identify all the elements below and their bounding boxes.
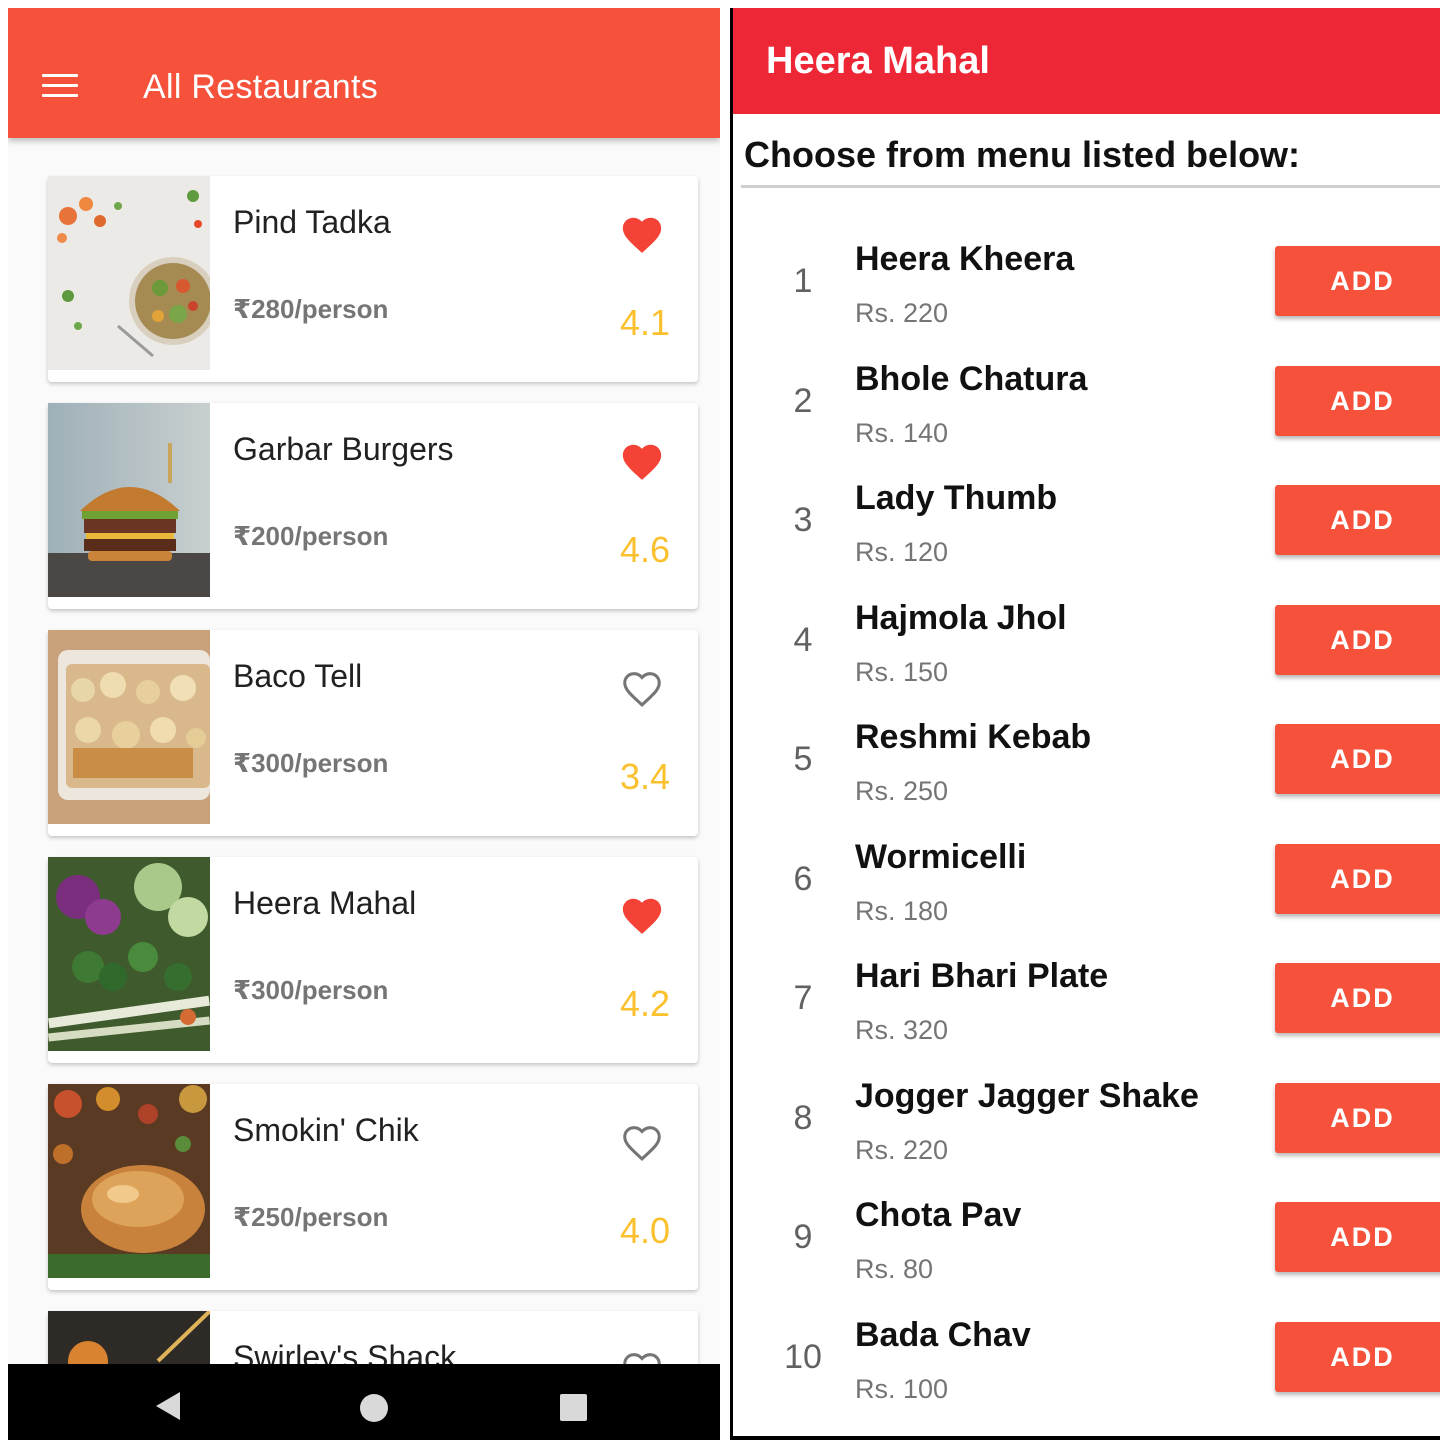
- item-price: Rs. 180: [855, 896, 949, 926]
- divider: [741, 185, 1440, 188]
- dish-photo: [48, 1311, 210, 1364]
- burger-photo: [48, 403, 210, 597]
- tacos-photo: [48, 630, 210, 824]
- item-price: Rs. 120: [855, 537, 949, 567]
- add-button[interactable]: ADD: [1275, 1202, 1440, 1272]
- page-title: All Restaurants: [143, 68, 379, 106]
- restaurant-card[interactable]: Baco Tell ₹300/person 3.4: [48, 630, 698, 836]
- add-button[interactable]: ADD: [1275, 724, 1440, 794]
- item-name: Hajmola Jhol: [855, 599, 1067, 637]
- restaurant-card[interactable]: Garbar Burgers ₹200/person 4.6: [48, 403, 698, 609]
- item-name: Wormicelli: [855, 838, 1027, 876]
- item-price: Rs. 150: [855, 657, 949, 687]
- menu-instructions: Choose from menu listed below:: [744, 134, 1301, 175]
- menu-item: 2 Bhole Chatura Rs. 140 ADD: [733, 360, 1440, 480]
- system-nav-bar: [8, 1364, 720, 1440]
- app-bar: Heera Mahal: [733, 8, 1440, 114]
- restaurant-card[interactable]: Heera Mahal ₹300/person 4.2: [48, 857, 698, 1063]
- menu-item: 6 Wormicelli Rs. 180 ADD: [733, 838, 1440, 958]
- restaurant-rating: 4.0: [620, 1210, 671, 1251]
- add-button[interactable]: ADD: [1275, 485, 1440, 555]
- restaurant-card[interactable]: Smokin' Chik ₹250/person 4.0: [48, 1084, 698, 1290]
- item-name: Reshmi Kebab: [855, 718, 1092, 756]
- restaurant-card[interactable]: Swirley's Shack: [48, 1311, 698, 1364]
- square-recents-icon[interactable]: [560, 1394, 587, 1421]
- restaurant-rating: 4.6: [620, 529, 671, 570]
- restaurant-price: ₹250/person: [233, 1202, 389, 1232]
- restaurant-rating: 3.4: [620, 756, 671, 797]
- outline-heart-icon[interactable]: [619, 666, 665, 712]
- menu-item: 4 Hajmola Jhol Rs. 150 ADD: [733, 599, 1440, 719]
- restaurant-rating: 4.1: [620, 302, 671, 343]
- restaurant-rating: 4.2: [620, 983, 671, 1024]
- item-price: Rs. 250: [855, 776, 949, 806]
- item-name: Jogger Jagger Shake: [855, 1077, 1199, 1115]
- menu-screen: Heera Mahal Choose from menu listed belo…: [730, 8, 1440, 1440]
- add-button[interactable]: ADD: [1275, 1322, 1440, 1392]
- filled-heart-icon[interactable]: [619, 212, 665, 258]
- restaurant-price: ₹300/person: [233, 748, 389, 778]
- item-name: Chota Pav: [855, 1196, 1022, 1234]
- item-price: Rs. 100: [855, 1374, 949, 1404]
- item-number: 3: [793, 501, 813, 539]
- item-number: 9: [793, 1218, 813, 1256]
- menu-item: 3 Lady Thumb Rs. 120 ADD: [733, 479, 1440, 599]
- restaurant-price: ₹280/person: [233, 294, 389, 324]
- item-name: Bhole Chatura: [855, 360, 1088, 398]
- circle-home-icon[interactable]: [360, 1394, 388, 1422]
- triangle-back-icon[interactable]: [156, 1392, 180, 1420]
- restaurant-price: ₹300/person: [233, 975, 389, 1005]
- add-button[interactable]: ADD: [1275, 366, 1440, 436]
- restaurant-name: Pind Tadka: [233, 204, 391, 240]
- restaurants-screen: All Restaurants Pind Tadka ₹280/person 4…: [8, 8, 720, 1440]
- restaurant-name: Heera Mahal: [233, 885, 417, 921]
- restaurant-name: Garbar Burgers: [233, 431, 454, 467]
- outline-heart-icon[interactable]: [619, 1120, 665, 1166]
- restaurant-name: Baco Tell: [233, 658, 363, 694]
- filled-heart-icon[interactable]: [619, 893, 665, 939]
- menu-item: 8 Jogger Jagger Shake Rs. 220 ADD: [733, 1077, 1440, 1197]
- restaurant-list[interactable]: Pind Tadka ₹280/person 4.1 Garbar Burger…: [8, 138, 720, 1364]
- item-name: Bada Chav: [855, 1316, 1031, 1354]
- restaurant-name: Swirley's Shack: [233, 1339, 457, 1364]
- item-number: 5: [793, 740, 813, 778]
- add-button[interactable]: ADD: [1275, 963, 1440, 1033]
- item-number: 8: [793, 1099, 813, 1137]
- add-button[interactable]: ADD: [1275, 1083, 1440, 1153]
- item-number: 10: [784, 1338, 822, 1376]
- item-number: 4: [793, 621, 813, 659]
- add-button[interactable]: ADD: [1275, 605, 1440, 675]
- item-name: Lady Thumb: [855, 479, 1058, 517]
- vegetables-photo: [48, 857, 210, 1051]
- item-name: Hari Bhari Plate: [855, 957, 1109, 995]
- menu-item: 10 Bada Chav Rs. 100 ADD: [733, 1316, 1440, 1436]
- hamburger-menu-icon[interactable]: [42, 74, 78, 100]
- item-name: Heera Kheera: [855, 240, 1075, 278]
- add-button[interactable]: ADD: [1275, 246, 1440, 316]
- item-price: Rs. 320: [855, 1015, 949, 1045]
- item-price: Rs. 220: [855, 298, 949, 328]
- menu-item: 1 Heera Kheera Rs. 220 ADD: [733, 240, 1440, 360]
- restaurant-title: Heera Mahal: [766, 40, 990, 82]
- salad-photo: [48, 176, 210, 370]
- filled-heart-icon[interactable]: [619, 439, 665, 485]
- menu-item: 9 Chota Pav Rs. 80 ADD: [733, 1196, 1440, 1316]
- item-price: Rs. 220: [855, 1135, 949, 1165]
- roast-chicken-photo: [48, 1084, 210, 1278]
- app-bar: All Restaurants: [8, 8, 720, 138]
- menu-item: 5 Reshmi Kebab Rs. 250 ADD: [733, 718, 1440, 838]
- item-price: Rs. 80: [855, 1254, 934, 1284]
- restaurant-price: ₹200/person: [233, 521, 389, 551]
- item-number: 7: [793, 979, 813, 1017]
- menu-item: 7 Hari Bhari Plate Rs. 320 ADD: [733, 957, 1440, 1077]
- item-price: Rs. 140: [855, 418, 949, 448]
- outline-heart-icon[interactable]: [619, 1347, 665, 1364]
- item-number: 1: [793, 262, 813, 300]
- item-number: 6: [793, 860, 813, 898]
- restaurant-card[interactable]: Pind Tadka ₹280/person 4.1: [48, 176, 698, 382]
- item-number: 2: [793, 382, 813, 420]
- add-button[interactable]: ADD: [1275, 844, 1440, 914]
- restaurant-name: Smokin' Chik: [233, 1112, 419, 1148]
